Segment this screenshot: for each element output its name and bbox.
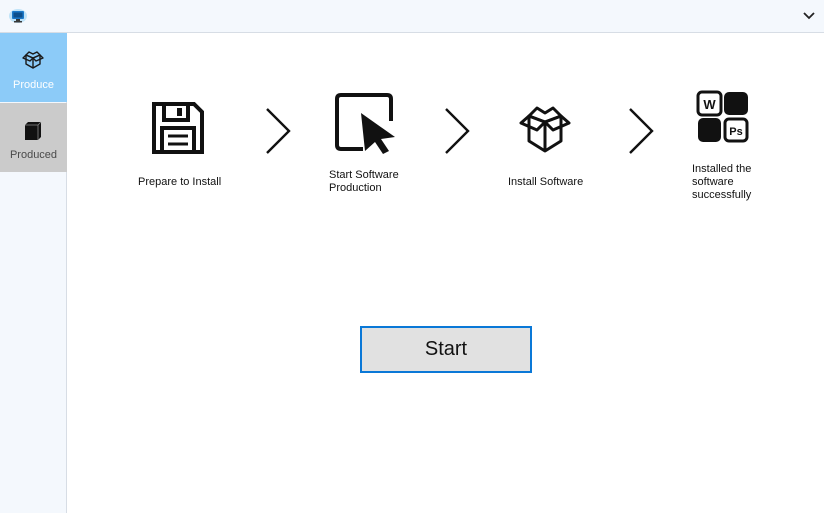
svg-text:Ps: Ps	[729, 126, 742, 138]
svg-text:W: W	[703, 97, 716, 112]
closed-box-icon	[25, 121, 42, 140]
chevron-right-icon	[629, 108, 654, 154]
step-label: Start Software Production	[329, 169, 399, 194]
step-label: Install Software	[508, 176, 584, 188]
open-box-icon	[22, 51, 44, 69]
sidebar-item-produce[interactable]: Produce	[0, 33, 67, 102]
apps-grid-icon: W Ps	[696, 90, 749, 143]
chevron-right-icon	[266, 108, 291, 154]
main-panel: Prepare to Install Start Software Produc…	[67, 33, 824, 513]
open-box-icon	[519, 106, 571, 153]
start-button[interactable]: Start	[360, 326, 532, 373]
chevron-down-icon[interactable]	[800, 7, 818, 25]
title-bar	[0, 0, 824, 33]
floppy-disk-icon	[152, 102, 204, 154]
sidebar: Produce Produced	[0, 33, 67, 513]
app-window: Produce Produced Prepare to Install Star…	[0, 0, 824, 513]
sidebar-item-label: Produced	[9, 149, 58, 161]
step-label: Prepare to Install	[138, 176, 222, 188]
monitor-cloud-icon	[9, 9, 27, 23]
cursor-icon	[335, 93, 395, 154]
sidebar-item-produced[interactable]: Produced	[0, 103, 67, 172]
sidebar-item-label: Produce	[13, 79, 54, 91]
chevron-right-icon	[445, 108, 470, 154]
step-label: Installed the software successfully	[692, 163, 752, 201]
